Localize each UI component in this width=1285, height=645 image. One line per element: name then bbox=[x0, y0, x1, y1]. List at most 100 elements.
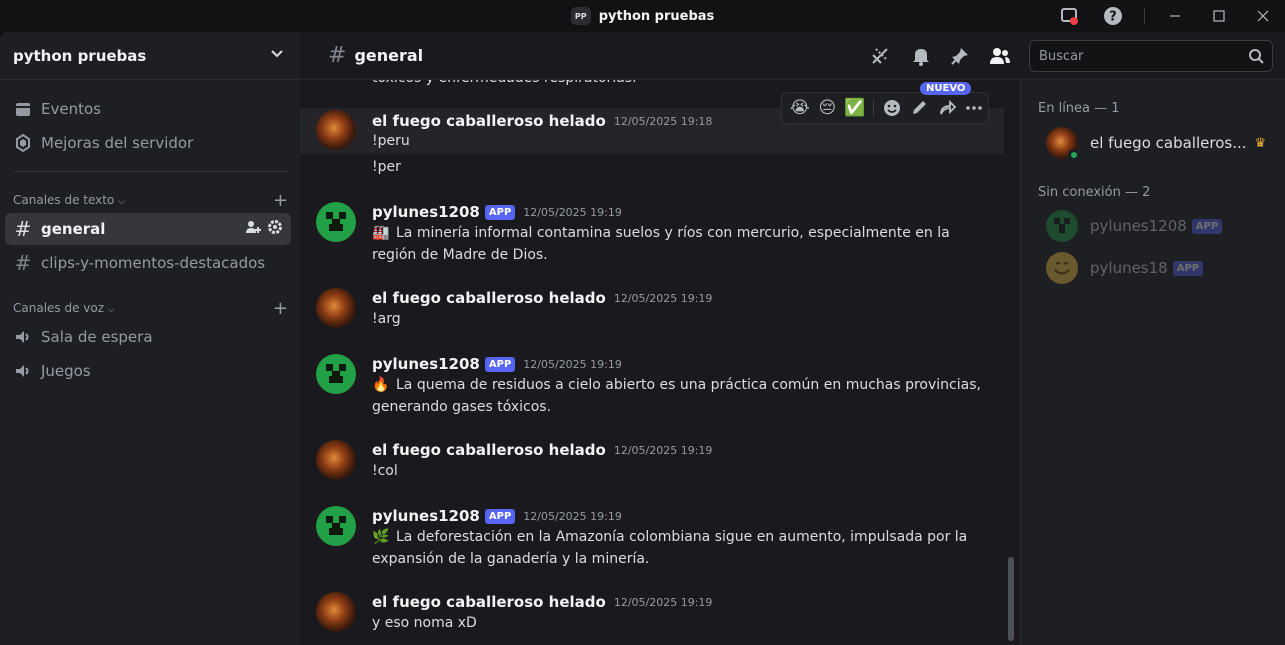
server-header[interactable]: python pruebas bbox=[0, 32, 300, 80]
message-row[interactable]: !per bbox=[300, 156, 1004, 180]
username[interactable]: el fuego caballeroso helado bbox=[372, 441, 606, 459]
forward-icon[interactable] bbox=[933, 94, 961, 122]
divider bbox=[13, 171, 288, 172]
avatar[interactable] bbox=[316, 592, 356, 632]
message-text: !col bbox=[372, 463, 398, 479]
threads-icon[interactable] bbox=[868, 44, 892, 68]
channel-header: # general Buscar bbox=[300, 32, 1285, 80]
message-row[interactable]: pylunes1208 APP 12/05/2025 19:19 🔥 La que… bbox=[300, 352, 1004, 418]
username[interactable]: pylunes1208 bbox=[372, 203, 480, 221]
voice-channel-sala[interactable]: Sala de espera bbox=[5, 321, 291, 353]
message-header: el fuego caballeroso helado 12/05/2025 1… bbox=[372, 593, 712, 611]
reaction-check[interactable]: ✅ bbox=[841, 94, 869, 122]
help-icon[interactable]: ? bbox=[1091, 0, 1135, 32]
message-row[interactable]: el fuego caballeroso helado 12/05/2025 1… bbox=[300, 438, 1004, 484]
reaction-crying[interactable]: 😭 bbox=[786, 94, 814, 122]
app-badge: APP bbox=[484, 204, 516, 220]
channel-label: clips-y-momentos-destacados bbox=[41, 254, 266, 272]
message-header: pylunes1208 APP 12/05/2025 19:19 bbox=[372, 507, 622, 525]
offline-group-label: Sin conexión — 2 bbox=[1038, 185, 1151, 200]
hash-icon: # bbox=[14, 251, 32, 275]
message-text: 🔥 La quema de residuos a cielo abierto es… bbox=[372, 374, 982, 418]
close-icon[interactable] bbox=[1241, 0, 1285, 32]
member-name: pylunes1208 bbox=[1090, 217, 1187, 235]
search-input[interactable]: Buscar bbox=[1029, 40, 1273, 72]
timestamp: 12/05/2025 19:19 bbox=[523, 509, 622, 523]
chat-scrollbar[interactable] bbox=[1008, 557, 1014, 641]
message-text: y eso noma xD bbox=[372, 615, 477, 631]
message-header: el fuego caballeroso helado 12/05/2025 1… bbox=[372, 289, 712, 307]
app-badge: PP bbox=[570, 7, 591, 25]
factory-emoji: 🏭 bbox=[372, 225, 390, 241]
category-voice-channels[interactable]: Canales de voz ⌵ + bbox=[13, 298, 288, 319]
app-badge: APP bbox=[1191, 218, 1223, 234]
avatar[interactable] bbox=[316, 202, 356, 242]
message-row[interactable]: el fuego caballeroso helado 12/05/2025 1… bbox=[300, 590, 1004, 636]
add-channel-icon[interactable]: + bbox=[273, 190, 288, 211]
message-row[interactable]: pylunes1208 APP 12/05/2025 19:19 🏭 La min… bbox=[300, 200, 1004, 266]
minimize-icon[interactable] bbox=[1153, 0, 1197, 32]
pin-icon[interactable] bbox=[948, 44, 972, 68]
message-body: La quema de residuos a cielo abierto es … bbox=[372, 377, 981, 415]
channel-title: general bbox=[354, 46, 424, 65]
category-label: Canales de texto bbox=[13, 193, 115, 207]
toolbar-divider bbox=[872, 99, 874, 117]
voice-channel-juegos[interactable]: Juegos bbox=[5, 355, 291, 387]
fire-emoji: 🔥 bbox=[372, 377, 390, 393]
message-header: el fuego caballeroso helado 12/05/2025 1… bbox=[372, 112, 712, 130]
new-badge: NUEVO bbox=[920, 82, 972, 95]
add-channel-icon[interactable]: + bbox=[273, 298, 288, 319]
title-bar: PP python pruebas ? bbox=[0, 0, 1285, 32]
channel-general[interactable]: # general bbox=[5, 213, 291, 245]
username[interactable]: pylunes1208 bbox=[372, 507, 480, 525]
message-text: 🏭 La minería informal contamina suelos y … bbox=[372, 222, 982, 266]
edit-icon[interactable] bbox=[905, 94, 933, 122]
bell-icon[interactable] bbox=[909, 44, 933, 68]
smile-avatar-icon bbox=[1046, 252, 1078, 284]
avatar[interactable] bbox=[316, 440, 356, 480]
search-icon bbox=[1248, 48, 1264, 68]
app-badge: APP bbox=[1172, 260, 1204, 276]
reaction-pensive[interactable]: 😔 bbox=[814, 94, 842, 122]
username[interactable]: el fuego caballeroso helado bbox=[372, 289, 606, 307]
more-options-icon[interactable] bbox=[960, 94, 988, 122]
svg-text:?: ? bbox=[1109, 10, 1117, 25]
member-name: el fuego caballeros... bbox=[1090, 134, 1247, 152]
inbox-icon[interactable] bbox=[1047, 0, 1091, 32]
server-name: python pruebas bbox=[13, 46, 147, 65]
avatar[interactable] bbox=[316, 288, 356, 328]
username[interactable]: el fuego caballeroso helado bbox=[372, 593, 606, 611]
username[interactable]: el fuego caballeroso helado bbox=[372, 112, 606, 130]
avatar bbox=[1046, 127, 1080, 161]
chevron-down-icon: ⌵ bbox=[118, 197, 125, 207]
gear-icon[interactable] bbox=[267, 219, 283, 239]
sidebar-item-label: Eventos bbox=[41, 100, 101, 118]
message-row[interactable]: pylunes1208 APP 12/05/2025 19:19 🌿 La def… bbox=[300, 504, 1004, 570]
calendar-icon bbox=[13, 100, 33, 118]
member-list-icon[interactable] bbox=[988, 44, 1012, 68]
member-list: En línea — 1 el fuego caballeros... ♛ Si… bbox=[1020, 80, 1285, 645]
hash-icon: # bbox=[14, 217, 32, 241]
app-badge: APP bbox=[484, 356, 516, 372]
maximize-icon[interactable] bbox=[1197, 0, 1241, 32]
channel-label: general bbox=[41, 220, 106, 238]
username[interactable]: pylunes1208 bbox=[372, 355, 480, 373]
crown-icon: ♛ bbox=[1254, 135, 1267, 151]
add-member-icon[interactable] bbox=[245, 219, 261, 239]
member-item[interactable]: el fuego caballeros... ♛ bbox=[1046, 125, 1266, 161]
add-reaction-icon[interactable] bbox=[878, 94, 906, 122]
member-item[interactable]: pylunes1208 APP bbox=[1046, 208, 1223, 244]
avatar[interactable] bbox=[316, 110, 356, 150]
chevron-down-icon[interactable] bbox=[270, 47, 284, 65]
channel-clips[interactable]: # clips-y-momentos-destacados bbox=[5, 247, 291, 279]
chevron-down-icon: ⌵ bbox=[107, 305, 115, 315]
member-item[interactable]: pylunes18 APP bbox=[1046, 250, 1204, 286]
sidebar-item-eventos[interactable]: Eventos bbox=[5, 93, 291, 125]
message-row[interactable]: el fuego caballeroso helado 12/05/2025 1… bbox=[300, 286, 1004, 332]
speaker-icon bbox=[13, 362, 33, 380]
channel-sidebar: python pruebas Eventos Mejoras del servi… bbox=[0, 32, 300, 645]
sidebar-item-mejoras[interactable]: Mejoras del servidor bbox=[5, 127, 291, 159]
category-text-channels[interactable]: Canales de texto ⌵ + bbox=[13, 190, 288, 211]
avatar[interactable] bbox=[316, 354, 356, 394]
avatar[interactable] bbox=[316, 506, 356, 546]
